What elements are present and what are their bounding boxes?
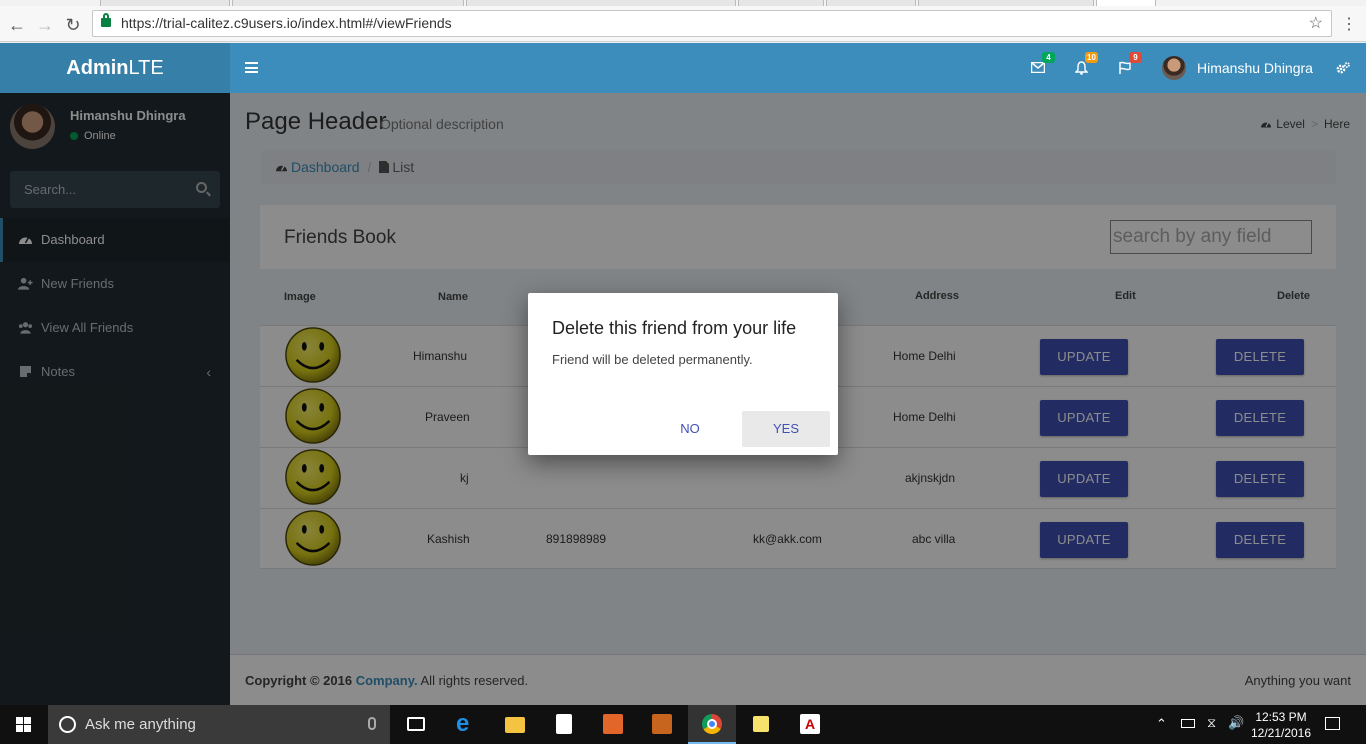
app-icon[interactable]: [638, 705, 686, 744]
yes-button[interactable]: YES: [742, 411, 830, 447]
acrobat-icon[interactable]: A: [786, 705, 834, 744]
back-icon[interactable]: ←: [6, 14, 28, 36]
action-center-icon[interactable]: [1325, 715, 1340, 730]
forward-icon[interactable]: →: [34, 14, 56, 36]
envelope-icon: [1030, 61, 1046, 74]
task-view-icon[interactable]: [392, 705, 440, 744]
clock-time: 12:53 PM: [1255, 710, 1307, 724]
confirm-delete-dialog: Delete this friend from your life Friend…: [528, 293, 838, 455]
edge-icon[interactable]: e: [442, 705, 490, 744]
notifications-menu[interactable]: 10: [1070, 52, 1098, 79]
reload-icon[interactable]: ↻: [62, 14, 84, 36]
gears-icon[interactable]: [1332, 57, 1354, 79]
gears-glyph: [1336, 62, 1350, 74]
volume-icon[interactable]: 🔊: [1228, 715, 1244, 731]
cortana-search[interactable]: Ask me anything: [48, 705, 390, 744]
tasks-badge: 9: [1129, 52, 1142, 63]
tasks-menu[interactable]: 9: [1114, 52, 1142, 79]
windows-taskbar: Ask me anything e A ⌃ ⧖ 🔊 12:53 PM 12/21…: [0, 705, 1366, 744]
logo-rest: LTE: [128, 57, 164, 79]
cortana-icon: [59, 716, 76, 733]
address-bar[interactable]: https://trial-calitez.c9users.io/index.h…: [92, 10, 1332, 37]
system-clock[interactable]: 12:53 PM 12/21/2016: [1250, 709, 1312, 741]
app-icon[interactable]: [589, 705, 637, 744]
bell-icon: [1073, 61, 1089, 75]
sidebar-toggle-icon[interactable]: [245, 62, 258, 73]
star-icon[interactable]: ☆: [1309, 11, 1323, 36]
top-navbar: 4 10 9 Himanshu Dhingra: [230, 43, 1366, 93]
battery-icon[interactable]: [1181, 717, 1195, 728]
dialog-message: Friend will be deleted permanently.: [552, 352, 753, 367]
flag-icon: [1119, 61, 1131, 74]
browser-toolbar: ← → ↻ https://trial-calitez.c9users.io/i…: [0, 6, 1366, 42]
user-menu-name[interactable]: Himanshu Dhingra: [1197, 60, 1313, 76]
clock-date: 12/21/2016: [1250, 726, 1312, 740]
url-text: https://trial-calitez.c9users.io/index.h…: [121, 15, 452, 31]
windows-start-icon[interactable]: [16, 717, 32, 733]
messages-badge: 4: [1042, 52, 1055, 63]
avatar[interactable]: [1162, 56, 1186, 80]
lock-icon: [101, 13, 111, 27]
show-hidden-icons[interactable]: ⌃: [1156, 716, 1167, 732]
notifications-badge: 10: [1085, 52, 1098, 63]
sticky-notes-icon[interactable]: [737, 705, 785, 744]
messages-menu[interactable]: 4: [1027, 52, 1055, 79]
cortana-placeholder: Ask me anything: [85, 716, 196, 733]
dialog-title: Delete this friend from your life: [552, 318, 797, 338]
microphone-icon[interactable]: [368, 717, 376, 730]
no-button[interactable]: NO: [646, 411, 734, 447]
chrome-icon[interactable]: [688, 705, 736, 744]
app-logo[interactable]: AdminLTE: [0, 43, 230, 93]
logo-bold: Admin: [66, 57, 129, 79]
file-explorer-icon[interactable]: [491, 705, 539, 744]
store-icon[interactable]: [540, 705, 588, 744]
browser-menu-icon[interactable]: ⋮: [1338, 14, 1360, 36]
wifi-icon[interactable]: ⧖: [1207, 715, 1216, 731]
